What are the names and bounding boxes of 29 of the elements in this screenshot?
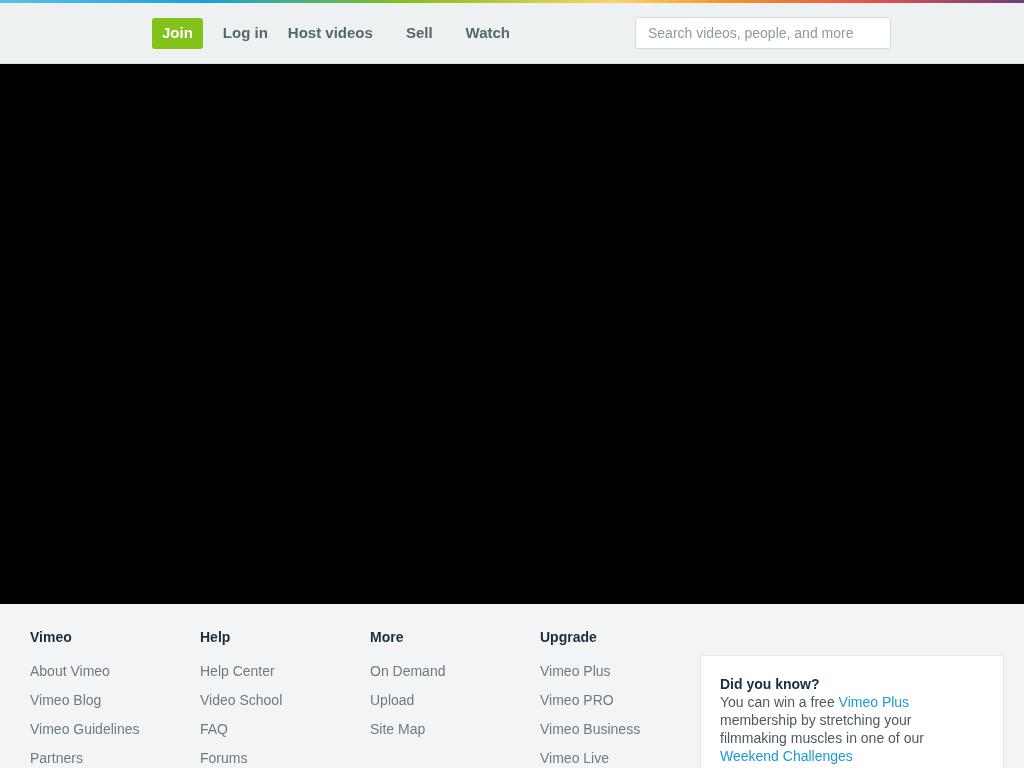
- footer-link[interactable]: Vimeo Live: [540, 749, 609, 767]
- column-heading: More: [370, 628, 405, 646]
- nav-link[interactable]: Sell: [405, 21, 433, 45]
- footer-link[interactable]: Vimeo Guidelines: [30, 720, 140, 738]
- footer-link[interactable]: About Vimeo: [30, 662, 110, 680]
- nav-link[interactable]: Log in: [222, 21, 268, 45]
- footer-link[interactable]: Help Center: [200, 662, 275, 680]
- join-button[interactable]: Join: [152, 17, 203, 49]
- nav-link[interactable]: Host videos: [287, 21, 373, 45]
- footer-link[interactable]: Site Map: [370, 720, 426, 738]
- footer-link[interactable]: On Demand: [370, 662, 446, 680]
- footer-link[interactable]: Vimeo Plus: [540, 662, 611, 680]
- footer-link[interactable]: Forums: [200, 749, 248, 767]
- text-link[interactable]: Weekend Challenges: [720, 748, 853, 764]
- search-field[interactable]: Search videos, people, and more: [635, 17, 891, 49]
- footer-link[interactable]: Vimeo PRO: [540, 691, 614, 709]
- text-link[interactable]: Vimeo Plus: [838, 694, 910, 710]
- nav-link[interactable]: Watch: [465, 21, 510, 45]
- footer-link[interactable]: Upload: [370, 691, 415, 709]
- card-title: Did you know?: [720, 675, 821, 693]
- footer-link[interactable]: Video School: [200, 691, 283, 709]
- card-text: You can win a free Vimeo Plus membership by stretching your filmmaking muscles in one of our Weekend Challenges: [720, 693, 925, 765]
- footer-link[interactable]: Vimeo Blog: [30, 691, 102, 709]
- footer-link[interactable]: FAQ: [200, 720, 228, 738]
- footer-link[interactable]: Vimeo Business: [540, 720, 641, 738]
- column-heading: Help: [200, 628, 232, 646]
- column-heading: Vimeo: [30, 628, 73, 646]
- footer-link[interactable]: Partners: [30, 749, 83, 767]
- column-heading: Upgrade: [540, 628, 598, 646]
